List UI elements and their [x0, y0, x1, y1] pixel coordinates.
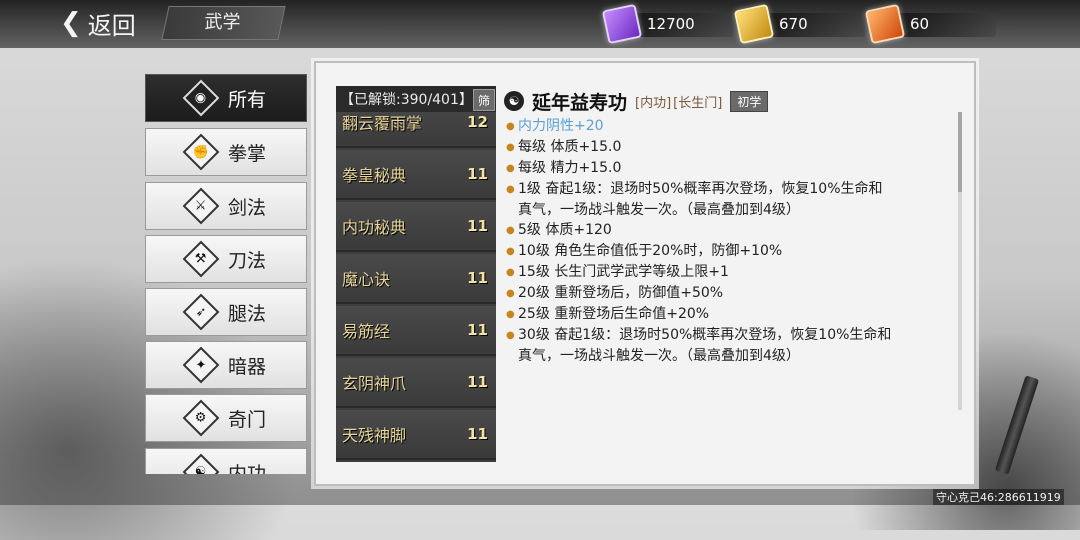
stat-row: ● 每级 体质+15.0 — [506, 137, 946, 158]
detail-scroll-thumb[interactable] — [958, 112, 962, 192]
fist-icon: ✊ — [182, 133, 220, 171]
stat-row: ● 30级 奋起1级：退场时50%概率再次登场，恢复10%生命和 — [506, 325, 946, 346]
player-id: 守心克己46:286611919 — [933, 489, 1064, 505]
skill-type-tag: [内功] — [635, 95, 672, 111]
category-sword[interactable]: ⚔ 剑法 — [145, 182, 307, 230]
resource-value: 12700 — [647, 15, 695, 33]
sword-icon: ⚔ — [182, 187, 220, 225]
filter-button[interactable]: 筛 — [473, 89, 495, 111]
resource-gold-scroll[interactable]: 670 — [733, 3, 865, 45]
bullet-icon: ● — [506, 288, 515, 299]
bullet-icon: ● — [506, 309, 515, 320]
category-sidebar[interactable]: ◉ 所有 ✊ 拳掌 ⚔ 剑法 ⚒ 刀法 ➶ 腿法 ✦ 暗器 ⚙ 奇门 ☯ 内功 — [145, 74, 307, 474]
category-label: 拳掌 — [228, 142, 267, 165]
category-label: 所有 — [228, 88, 267, 111]
skill-header: ☯ 延年益寿功 [内功] [长生门] 初学 — [504, 88, 769, 114]
skill-name: 延年益寿功 — [532, 91, 628, 114]
back-label: 返回 — [87, 11, 136, 40]
resource-orange-flame[interactable]: 60 — [864, 3, 996, 45]
stat-row: ● 10级 角色生命值低于20%时，防御+10% — [506, 241, 946, 262]
skill-list-item[interactable]: 内功秘典 11 — [336, 202, 496, 252]
bullet-icon: ● — [506, 184, 515, 195]
skill-detail: ☯ 延年益寿功 [内功] [长生门] 初学 ● 内力阴性+20 ● 每级 体质+15… — [500, 86, 968, 462]
bullet-icon: ● — [506, 121, 515, 132]
blade-icon: ⚒ — [182, 240, 220, 278]
category-exotic[interactable]: ⚙ 奇门 — [145, 394, 307, 442]
category-inner-power[interactable]: ☯ 内功 — [145, 448, 307, 474]
stat-row: ● 15级 长生门武学武学等级上限+1 — [506, 262, 946, 283]
skill-stats: ● 内力阴性+20 ● 每级 体质+15.0 ● 每级 精力+15.0 ● 1级 奋起1… — [506, 116, 946, 366]
stat-row: ● 1级 奋起1级：退场时50%概率再次登场，恢复10%生命和 — [506, 179, 946, 200]
category-label: 腿法 — [228, 302, 267, 325]
skill-list-item[interactable]: 易筋经 11 — [336, 306, 496, 356]
stat-row: ● 5级 体质+120 — [506, 220, 946, 241]
category-label: 内功 — [228, 462, 267, 475]
skill-list[interactable]: 翻云覆雨掌 12 拳皇秘典 11 内功秘典 11 魔心诀 11 易筋经 11 玄… — [336, 86, 496, 462]
skill-school-tag: [长生门] — [673, 95, 723, 111]
skill-list-item[interactable]: 玄阴神爪 11 — [336, 358, 496, 408]
resource-value: 60 — [910, 15, 930, 33]
stat-row-continued: 真气，一场战斗触发一次。（最高叠加到4级） — [518, 202, 800, 218]
skill-list-item[interactable]: 天残神脚 11 — [336, 410, 496, 460]
category-blade[interactable]: ⚒ 刀法 — [145, 235, 307, 283]
bullet-icon: ● — [506, 225, 515, 236]
leg-icon: ➶ — [182, 293, 220, 331]
category-leg[interactable]: ➶ 腿法 — [145, 288, 307, 336]
orange-flame-icon — [864, 3, 906, 45]
category-label: 剑法 — [228, 196, 267, 219]
stat-row: ● 内力阴性+20 — [506, 116, 946, 137]
stat-row: ● 每级 精力+15.0 — [506, 158, 946, 179]
chevron-left-icon: ❮ — [60, 8, 82, 38]
resource-value: 670 — [779, 15, 808, 33]
purple-gem-icon — [601, 3, 643, 45]
bullet-icon: ● — [506, 267, 515, 278]
stat-row: ● 20级 重新登场后，防御值+50% — [506, 283, 946, 304]
unlocked-count-bar: 【已解锁:390/401】 筛 — [336, 86, 496, 112]
bullet-icon: ● — [506, 142, 515, 153]
skill-list-item[interactable]: 拳皇秘典 11 — [336, 150, 496, 200]
resource-purple-gem[interactable]: 12700 — [601, 3, 733, 45]
inner-power-icon: ☯ — [182, 453, 220, 474]
category-fist[interactable]: ✊ 拳掌 — [145, 128, 307, 176]
stat-row-continued: 真气，一场战斗触发一次。（最高叠加到4级） — [518, 348, 800, 364]
category-all[interactable]: ◉ 所有 — [145, 74, 307, 122]
yin-yang-icon: ☯ — [504, 91, 524, 111]
gold-scroll-icon — [733, 3, 775, 45]
skill-rank-badge: 初学 — [730, 90, 769, 112]
category-label: 刀法 — [228, 249, 267, 272]
category-label: 暗器 — [228, 355, 267, 378]
back-button[interactable]: ❮ 返回 — [60, 6, 136, 40]
all-icon: ◉ — [182, 79, 220, 117]
unlocked-count: 【已解锁:390/401】 — [340, 92, 473, 108]
category-label: 奇门 — [228, 408, 267, 431]
page-title: 武学 — [204, 12, 241, 33]
stat-row: ● 25级 重新登场后生命值+20% — [506, 304, 946, 325]
bullet-icon: ● — [506, 246, 515, 257]
bullet-icon: ● — [506, 163, 515, 174]
bullet-icon: ● — [506, 330, 515, 341]
category-hidden-weapon[interactable]: ✦ 暗器 — [145, 341, 307, 389]
skill-list-item[interactable]: 魔心诀 11 — [336, 254, 496, 304]
hidden-weapon-icon: ✦ — [182, 346, 220, 384]
exotic-weapon-icon: ⚙ — [182, 399, 220, 437]
